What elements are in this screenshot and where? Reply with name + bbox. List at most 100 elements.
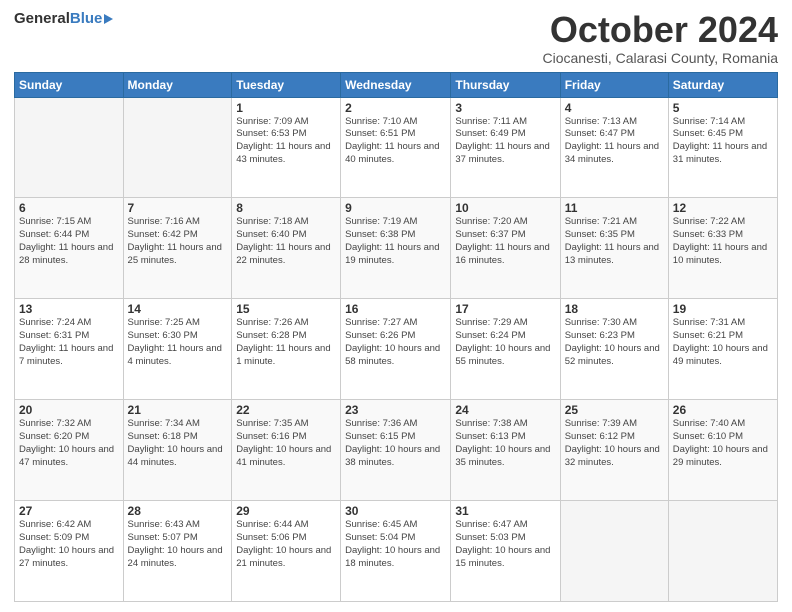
weekday-header-monday: Monday bbox=[123, 72, 232, 97]
calendar-cell: 16Sunrise: 7:27 AM Sunset: 6:26 PM Dayli… bbox=[341, 299, 451, 400]
day-info: Sunrise: 7:31 AM Sunset: 6:21 PM Dayligh… bbox=[673, 317, 773, 368]
day-info: Sunrise: 6:47 AM Sunset: 5:03 PM Dayligh… bbox=[455, 519, 555, 570]
day-info: Sunrise: 7:25 AM Sunset: 6:30 PM Dayligh… bbox=[128, 317, 228, 368]
calendar-cell: 6Sunrise: 7:15 AM Sunset: 6:44 PM Daylig… bbox=[15, 198, 124, 299]
day-info: Sunrise: 7:26 AM Sunset: 6:28 PM Dayligh… bbox=[236, 317, 336, 368]
day-number: 2 bbox=[345, 101, 446, 115]
calendar-cell: 7Sunrise: 7:16 AM Sunset: 6:42 PM Daylig… bbox=[123, 198, 232, 299]
day-number: 14 bbox=[128, 302, 228, 316]
weekday-header-thursday: Thursday bbox=[451, 72, 560, 97]
calendar-cell: 10Sunrise: 7:20 AM Sunset: 6:37 PM Dayli… bbox=[451, 198, 560, 299]
day-info: Sunrise: 7:40 AM Sunset: 6:10 PM Dayligh… bbox=[673, 418, 773, 469]
day-number: 10 bbox=[455, 201, 555, 215]
day-info: Sunrise: 7:14 AM Sunset: 6:45 PM Dayligh… bbox=[673, 116, 773, 167]
day-info: Sunrise: 7:15 AM Sunset: 6:44 PM Dayligh… bbox=[19, 216, 119, 267]
day-info: Sunrise: 7:20 AM Sunset: 6:37 PM Dayligh… bbox=[455, 216, 555, 267]
day-info: Sunrise: 7:21 AM Sunset: 6:35 PM Dayligh… bbox=[565, 216, 664, 267]
calendar-cell: 11Sunrise: 7:21 AM Sunset: 6:35 PM Dayli… bbox=[560, 198, 668, 299]
day-number: 5 bbox=[673, 101, 773, 115]
day-info: Sunrise: 7:18 AM Sunset: 6:40 PM Dayligh… bbox=[236, 216, 336, 267]
day-number: 15 bbox=[236, 302, 336, 316]
calendar-week-row: 6Sunrise: 7:15 AM Sunset: 6:44 PM Daylig… bbox=[15, 198, 778, 299]
day-number: 16 bbox=[345, 302, 446, 316]
calendar-cell: 5Sunrise: 7:14 AM Sunset: 6:45 PM Daylig… bbox=[668, 97, 777, 198]
day-info: Sunrise: 7:35 AM Sunset: 6:16 PM Dayligh… bbox=[236, 418, 336, 469]
logo-blue-text: Blue bbox=[70, 10, 103, 27]
day-number: 31 bbox=[455, 504, 555, 518]
day-number: 24 bbox=[455, 403, 555, 417]
day-info: Sunrise: 7:39 AM Sunset: 6:12 PM Dayligh… bbox=[565, 418, 664, 469]
title-area: October 2024 Ciocanesti, Calarasi County… bbox=[542, 10, 778, 66]
calendar-week-row: 13Sunrise: 7:24 AM Sunset: 6:31 PM Dayli… bbox=[15, 299, 778, 400]
day-number: 17 bbox=[455, 302, 555, 316]
day-number: 20 bbox=[19, 403, 119, 417]
calendar-cell bbox=[123, 97, 232, 198]
calendar-cell: 23Sunrise: 7:36 AM Sunset: 6:15 PM Dayli… bbox=[341, 400, 451, 501]
day-info: Sunrise: 7:19 AM Sunset: 6:38 PM Dayligh… bbox=[345, 216, 446, 267]
calendar-cell: 12Sunrise: 7:22 AM Sunset: 6:33 PM Dayli… bbox=[668, 198, 777, 299]
calendar-cell: 21Sunrise: 7:34 AM Sunset: 6:18 PM Dayli… bbox=[123, 400, 232, 501]
calendar-cell: 28Sunrise: 6:43 AM Sunset: 5:07 PM Dayli… bbox=[123, 501, 232, 602]
day-info: Sunrise: 7:30 AM Sunset: 6:23 PM Dayligh… bbox=[565, 317, 664, 368]
day-number: 11 bbox=[565, 201, 664, 215]
logo-general-text: General bbox=[14, 10, 70, 27]
calendar-table: SundayMondayTuesdayWednesdayThursdayFrid… bbox=[14, 72, 778, 602]
calendar-cell: 2Sunrise: 7:10 AM Sunset: 6:51 PM Daylig… bbox=[341, 97, 451, 198]
day-number: 29 bbox=[236, 504, 336, 518]
calendar-week-row: 27Sunrise: 6:42 AM Sunset: 5:09 PM Dayli… bbox=[15, 501, 778, 602]
day-number: 26 bbox=[673, 403, 773, 417]
day-info: Sunrise: 7:09 AM Sunset: 6:53 PM Dayligh… bbox=[236, 116, 336, 167]
calendar-cell: 9Sunrise: 7:19 AM Sunset: 6:38 PM Daylig… bbox=[341, 198, 451, 299]
day-number: 23 bbox=[345, 403, 446, 417]
calendar-cell: 14Sunrise: 7:25 AM Sunset: 6:30 PM Dayli… bbox=[123, 299, 232, 400]
calendar-cell bbox=[15, 97, 124, 198]
header: General Blue October 2024 Ciocanesti, Ca… bbox=[14, 10, 778, 66]
calendar-cell: 17Sunrise: 7:29 AM Sunset: 6:24 PM Dayli… bbox=[451, 299, 560, 400]
calendar-week-row: 20Sunrise: 7:32 AM Sunset: 6:20 PM Dayli… bbox=[15, 400, 778, 501]
calendar-cell: 19Sunrise: 7:31 AM Sunset: 6:21 PM Dayli… bbox=[668, 299, 777, 400]
weekday-header-friday: Friday bbox=[560, 72, 668, 97]
logo: General Blue bbox=[14, 10, 113, 27]
day-info: Sunrise: 7:34 AM Sunset: 6:18 PM Dayligh… bbox=[128, 418, 228, 469]
calendar-cell: 30Sunrise: 6:45 AM Sunset: 5:04 PM Dayli… bbox=[341, 501, 451, 602]
weekday-header-saturday: Saturday bbox=[668, 72, 777, 97]
calendar-cell: 13Sunrise: 7:24 AM Sunset: 6:31 PM Dayli… bbox=[15, 299, 124, 400]
day-number: 6 bbox=[19, 201, 119, 215]
calendar-cell: 4Sunrise: 7:13 AM Sunset: 6:47 PM Daylig… bbox=[560, 97, 668, 198]
day-number: 28 bbox=[128, 504, 228, 518]
calendar-cell bbox=[668, 501, 777, 602]
logo-area: General Blue bbox=[14, 10, 113, 27]
day-info: Sunrise: 6:45 AM Sunset: 5:04 PM Dayligh… bbox=[345, 519, 446, 570]
day-number: 4 bbox=[565, 101, 664, 115]
day-number: 1 bbox=[236, 101, 336, 115]
day-info: Sunrise: 7:38 AM Sunset: 6:13 PM Dayligh… bbox=[455, 418, 555, 469]
day-number: 21 bbox=[128, 403, 228, 417]
calendar-cell: 1Sunrise: 7:09 AM Sunset: 6:53 PM Daylig… bbox=[232, 97, 341, 198]
calendar-page: General Blue October 2024 Ciocanesti, Ca… bbox=[0, 0, 792, 612]
day-number: 30 bbox=[345, 504, 446, 518]
month-title: October 2024 bbox=[542, 10, 778, 50]
weekday-header-sunday: Sunday bbox=[15, 72, 124, 97]
day-info: Sunrise: 7:32 AM Sunset: 6:20 PM Dayligh… bbox=[19, 418, 119, 469]
calendar-cell: 8Sunrise: 7:18 AM Sunset: 6:40 PM Daylig… bbox=[232, 198, 341, 299]
day-number: 18 bbox=[565, 302, 664, 316]
weekday-header-wednesday: Wednesday bbox=[341, 72, 451, 97]
day-info: Sunrise: 7:13 AM Sunset: 6:47 PM Dayligh… bbox=[565, 116, 664, 167]
day-info: Sunrise: 7:22 AM Sunset: 6:33 PM Dayligh… bbox=[673, 216, 773, 267]
day-number: 8 bbox=[236, 201, 336, 215]
calendar-cell: 22Sunrise: 7:35 AM Sunset: 6:16 PM Dayli… bbox=[232, 400, 341, 501]
day-info: Sunrise: 7:27 AM Sunset: 6:26 PM Dayligh… bbox=[345, 317, 446, 368]
day-info: Sunrise: 7:36 AM Sunset: 6:15 PM Dayligh… bbox=[345, 418, 446, 469]
calendar-cell: 20Sunrise: 7:32 AM Sunset: 6:20 PM Dayli… bbox=[15, 400, 124, 501]
calendar-week-row: 1Sunrise: 7:09 AM Sunset: 6:53 PM Daylig… bbox=[15, 97, 778, 198]
calendar-cell: 29Sunrise: 6:44 AM Sunset: 5:06 PM Dayli… bbox=[232, 501, 341, 602]
day-number: 27 bbox=[19, 504, 119, 518]
weekday-header-tuesday: Tuesday bbox=[232, 72, 341, 97]
day-number: 22 bbox=[236, 403, 336, 417]
calendar-cell: 15Sunrise: 7:26 AM Sunset: 6:28 PM Dayli… bbox=[232, 299, 341, 400]
calendar-cell: 24Sunrise: 7:38 AM Sunset: 6:13 PM Dayli… bbox=[451, 400, 560, 501]
weekday-header-row: SundayMondayTuesdayWednesdayThursdayFrid… bbox=[15, 72, 778, 97]
day-number: 25 bbox=[565, 403, 664, 417]
calendar-cell: 25Sunrise: 7:39 AM Sunset: 6:12 PM Dayli… bbox=[560, 400, 668, 501]
location: Ciocanesti, Calarasi County, Romania bbox=[542, 50, 778, 66]
